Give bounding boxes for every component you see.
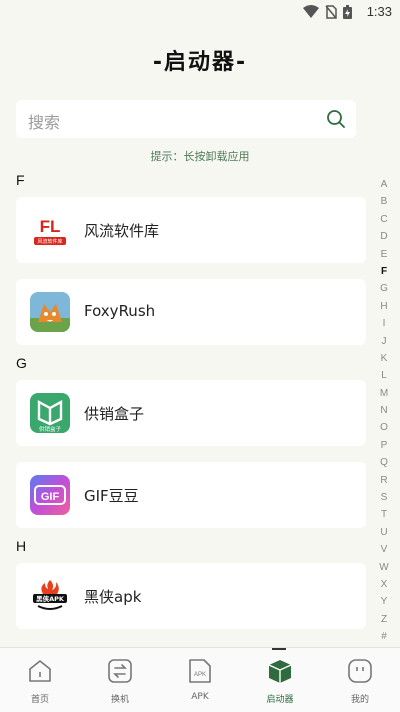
search-input[interactable]: 搜索 [16, 100, 356, 138]
page-title: -启动器- [152, 50, 248, 75]
alphabet-letter[interactable]: Z [378, 611, 390, 628]
alphabet-letter[interactable]: Y [378, 593, 390, 610]
no-sim-icon [325, 5, 337, 19]
alphabet-letter[interactable]: I [378, 315, 390, 332]
app-card-gif-doudou[interactable]: GIF GIF豆豆 [16, 462, 366, 528]
home-icon [29, 660, 51, 682]
alphabet-index[interactable]: A B C D E F G H I J K L M N O P Q R S T U V W X Y Z # [378, 176, 390, 646]
profile-face-icon [348, 659, 372, 683]
alphabet-letter[interactable]: A [378, 176, 390, 193]
alphabet-letter[interactable]: D [378, 228, 390, 245]
alphabet-letter[interactable]: # [378, 628, 390, 645]
app-card-gongxiao[interactable]: 供销盒子 供销盒子 [16, 380, 366, 446]
launcher-box-icon [268, 660, 292, 683]
alphabet-letter[interactable]: X [378, 576, 390, 593]
alphabet-letter[interactable]: N [378, 402, 390, 419]
nav-home[interactable]: 首页 [0, 648, 80, 712]
alphabet-letter[interactable]: O [378, 419, 390, 436]
alphabet-letter[interactable]: R [378, 472, 390, 489]
heixia-apk-icon: 黑侠APK [30, 576, 70, 616]
alphabet-letter[interactable]: H [378, 298, 390, 315]
alphabet-letter[interactable]: G [378, 280, 390, 297]
nav-label: APK [191, 692, 209, 702]
gif-logo-text: GIF [41, 491, 60, 503]
nav-launcher[interactable]: 启动器 [240, 648, 320, 712]
gif-doudou-icon: GIF [30, 475, 70, 515]
alphabet-letter[interactable]: C [378, 211, 390, 228]
bottom-nav: 首页 换机 APK APK 启动器 我的 [0, 647, 400, 712]
search-placeholder: 搜索 [28, 113, 61, 132]
app-name: GIF豆豆 [84, 487, 139, 505]
alphabet-letter[interactable]: M [378, 385, 390, 402]
fl-logo-icon: FL 风流软件库 [30, 210, 70, 250]
status-time: 1:33 [366, 4, 392, 19]
status-icons [303, 5, 352, 19]
alphabet-letter[interactable]: P [378, 437, 390, 454]
alphabet-letter[interactable]: F [378, 263, 390, 280]
heixia-logo-text: 黑侠APK [36, 594, 65, 603]
nav-profile[interactable]: 我的 [320, 648, 400, 712]
app-card-fengliu[interactable]: FL 风流软件库 风流软件库 [16, 197, 366, 263]
foxyrush-icon [30, 292, 70, 332]
apk-icon-text: APK [194, 672, 206, 678]
nav-label: 我的 [350, 695, 369, 705]
nav-swap[interactable]: 换机 [80, 648, 160, 712]
alphabet-letter[interactable]: J [378, 333, 390, 350]
wifi-icon [303, 5, 319, 18]
nav-label: 启动器 [266, 695, 294, 705]
section-header-h: H [16, 538, 27, 554]
app-card-heixia[interactable]: 黑侠APK 黑侠apk [16, 563, 366, 629]
app-name: 黑侠apk [84, 588, 142, 606]
alphabet-letter[interactable]: T [378, 506, 390, 523]
alphabet-letter[interactable]: W [378, 559, 390, 576]
app-name: 风流软件库 [84, 222, 160, 240]
app-card-foxyrush[interactable]: FoxyRush [16, 279, 366, 345]
nav-label: 换机 [110, 695, 129, 705]
nav-label: 首页 [30, 695, 49, 705]
section-header-g: G [16, 355, 27, 371]
app-name: 供销盒子 [84, 405, 145, 423]
fl-logo-subtext: 风流软件库 [37, 238, 62, 245]
nav-apk[interactable]: APK APK [160, 648, 240, 712]
alphabet-letter[interactable]: E [378, 246, 390, 263]
status-bar: 1:33 [0, 0, 400, 24]
alphabet-letter[interactable]: L [378, 367, 390, 384]
alphabet-letter[interactable]: U [378, 524, 390, 541]
alphabet-letter[interactable]: K [378, 350, 390, 367]
alphabet-letter[interactable]: S [378, 489, 390, 506]
section-header-f: F [16, 172, 25, 188]
swap-icon [108, 659, 132, 683]
fl-logo-text: FL [40, 217, 61, 236]
uninstall-hint: 提示：长按卸载应用 [150, 150, 250, 163]
alphabet-letter[interactable]: V [378, 541, 390, 558]
app-name: FoxyRush [84, 302, 156, 320]
alphabet-letter[interactable]: Q [378, 454, 390, 471]
search-icon[interactable] [326, 109, 346, 129]
battery-icon [343, 5, 352, 19]
alphabet-letter[interactable]: B [378, 193, 390, 210]
gongxiao-box-icon: 供销盒子 [30, 393, 70, 433]
gongxiao-subtext: 供销盒子 [39, 425, 62, 433]
apk-file-icon: APK [189, 659, 211, 683]
